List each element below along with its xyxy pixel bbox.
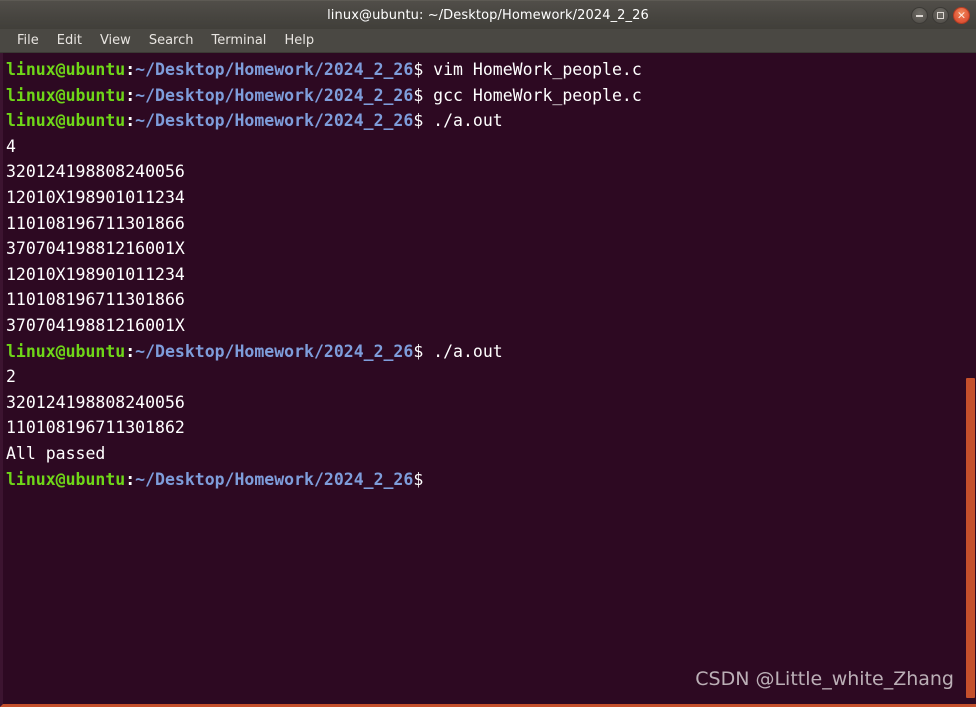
prompt-path: ~/Desktop/Homework/2024_2_26 <box>135 469 414 489</box>
prompt-colon: : <box>125 85 136 105</box>
terminal-output-area[interactable]: linux@ubuntu:~/Desktop/Homework/2024_2_2… <box>0 53 976 707</box>
terminal-output-text: 4 <box>6 136 16 156</box>
terminal-window: linux@ubuntu: ~/Desktop/Homework/2024_2_… <box>0 0 976 707</box>
terminal-scrollbar[interactable] <box>963 53 976 704</box>
maximize-icon <box>937 12 944 19</box>
terminal-output-line: 320124198808240056 <box>6 159 976 185</box>
terminal-command: vim HomeWork_people.c <box>423 60 642 79</box>
terminal-output-text: 37070419881216001X <box>6 315 185 335</box>
terminal-output-text: 110108196711301862 <box>6 418 185 438</box>
terminal-output-line: 4 <box>6 134 976 160</box>
watermark: CSDN @Little_white_Zhang <box>695 668 954 690</box>
close-button[interactable]: × <box>953 7 970 24</box>
minimize-icon <box>916 14 923 17</box>
title-bar: linux@ubuntu: ~/Desktop/Homework/2024_2_… <box>0 0 976 29</box>
menu-item-view[interactable]: View <box>91 33 140 48</box>
terminal-output-line: 37070419881216001X <box>6 313 976 339</box>
terminal-output-text: 110108196711301866 <box>6 290 185 310</box>
prompt-symbol: $ <box>413 469 424 489</box>
menu-item-help[interactable]: Help <box>275 33 323 48</box>
terminal-prompt-line: linux@ubuntu:~/Desktop/Homework/2024_2_2… <box>6 83 976 109</box>
prompt-user-host: linux@ubuntu <box>6 469 126 489</box>
prompt-colon: : <box>125 60 136 79</box>
terminal-output-text: 110108196711301866 <box>6 213 185 233</box>
prompt-colon: : <box>125 341 136 361</box>
prompt-symbol: $ <box>413 85 424 105</box>
window-title: linux@ubuntu: ~/Desktop/Homework/2024_2_… <box>327 7 649 23</box>
menu-item-file[interactable]: File <box>8 33 48 48</box>
prompt-path: ~/Desktop/Homework/2024_2_26 <box>135 341 414 361</box>
prompt-user-host: linux@ubuntu <box>6 85 126 105</box>
terminal-output-text: 12010X198901011234 <box>6 264 185 284</box>
terminal-output-line: 37070419881216001X <box>6 236 976 262</box>
terminal-output-text: 2 <box>6 367 16 387</box>
prompt-colon: : <box>125 469 136 489</box>
terminal-output-line: 2 <box>6 364 976 390</box>
terminal-output-text: All passed <box>6 443 106 463</box>
prompt-user-host: linux@ubuntu <box>6 111 126 131</box>
prompt-colon: : <box>125 111 136 131</box>
terminal-command: gcc HomeWork_people.c <box>423 85 642 105</box>
prompt-symbol: $ <box>413 341 424 361</box>
terminal-line-list: linux@ubuntu:~/Desktop/Homework/2024_2_2… <box>3 53 976 492</box>
terminal-output-line: 110108196711301862 <box>6 415 976 441</box>
prompt-path: ~/Desktop/Homework/2024_2_26 <box>135 111 414 131</box>
menu-item-edit[interactable]: Edit <box>48 33 91 48</box>
terminal-prompt-line: linux@ubuntu:~/Desktop/Homework/2024_2_2… <box>6 108 976 134</box>
terminal-output-line: 12010X198901011234 <box>6 185 976 211</box>
minimize-button[interactable] <box>911 7 928 24</box>
terminal-output-line: 110108196711301866 <box>6 287 976 313</box>
terminal-prompt-line: linux@ubuntu:~/Desktop/Homework/2024_2_2… <box>6 339 976 365</box>
terminal-output-text: 12010X198901011234 <box>6 187 185 207</box>
terminal-command: ./a.out <box>423 341 503 361</box>
menu-bar: File Edit View Search Terminal Help <box>0 29 976 53</box>
terminal-output-line: 12010X198901011234 <box>6 262 976 288</box>
terminal-prompt-line: linux@ubuntu:~/Desktop/Homework/2024_2_2… <box>6 467 976 493</box>
terminal-output-text: 320124198808240056 <box>6 392 185 412</box>
terminal-output-line: All passed <box>6 441 976 467</box>
terminal-prompt-line: linux@ubuntu:~/Desktop/Homework/2024_2_2… <box>6 57 976 83</box>
menu-item-terminal[interactable]: Terminal <box>202 33 275 48</box>
menu-item-search[interactable]: Search <box>140 33 203 48</box>
prompt-symbol: $ <box>413 111 424 131</box>
terminal-output-line: 320124198808240056 <box>6 390 976 416</box>
window-controls: × <box>911 1 970 30</box>
prompt-path: ~/Desktop/Homework/2024_2_26 <box>135 85 414 105</box>
terminal-output-line: 110108196711301866 <box>6 211 976 237</box>
maximize-button[interactable] <box>932 7 949 24</box>
terminal-output-text: 320124198808240056 <box>6 162 185 182</box>
prompt-symbol: $ <box>413 60 424 79</box>
prompt-user-host: linux@ubuntu <box>6 341 126 361</box>
prompt-user-host: linux@ubuntu <box>6 60 126 79</box>
terminal-output-text: 37070419881216001X <box>6 239 185 259</box>
scrollbar-thumb[interactable] <box>966 378 975 698</box>
prompt-path: ~/Desktop/Homework/2024_2_26 <box>135 60 414 79</box>
terminal-command: ./a.out <box>423 111 503 131</box>
close-icon: × <box>956 8 967 22</box>
